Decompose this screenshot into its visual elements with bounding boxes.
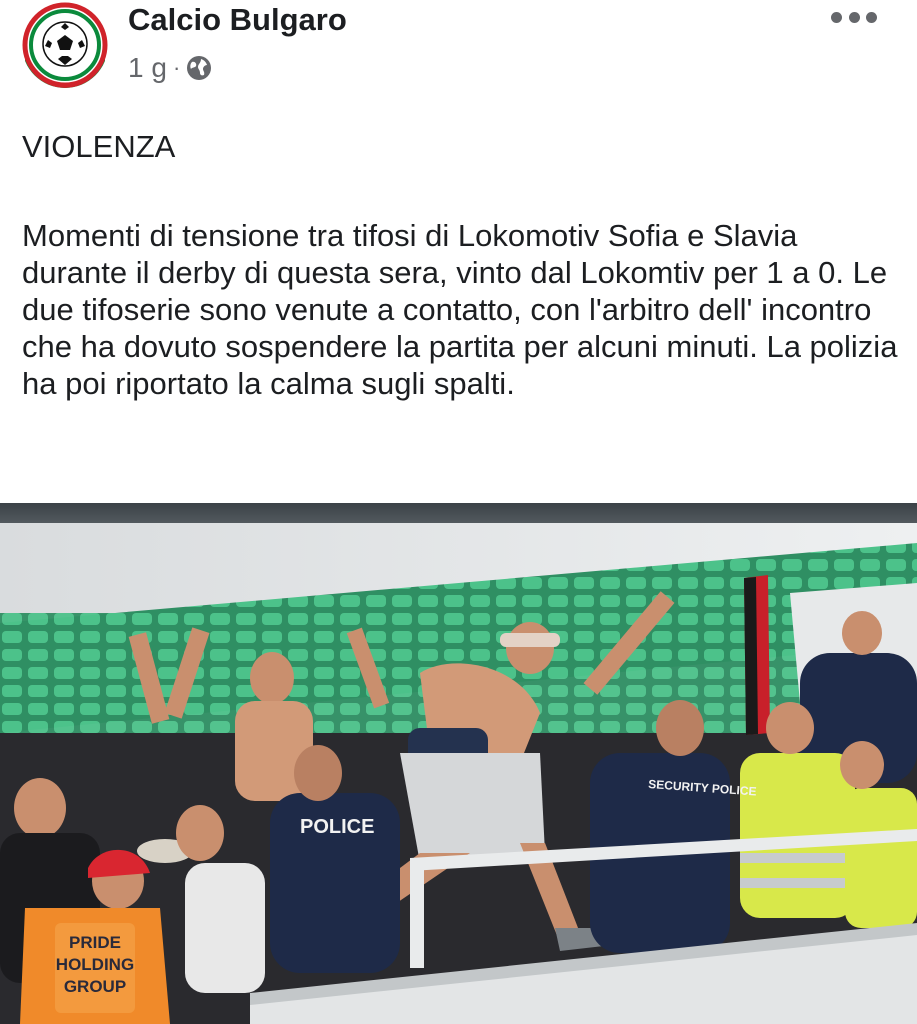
post-body: Momenti di tensione tra tifosi di Lokomo… (22, 218, 898, 401)
post-meta: 1 g · (128, 52, 212, 84)
more-dot (866, 11, 877, 23)
post-header: Calcio Bulgaro 1 g · (0, 0, 917, 100)
globe-icon[interactable] (186, 55, 212, 81)
stadium-fight-photo: PRIDE HOLDING GROUP POLICE SECURITY POLI… (0, 503, 917, 1024)
vest-text-line-3: GROUP (64, 977, 126, 996)
bulgarian-football-logo (22, 2, 108, 88)
vest-text-line-1: PRIDE (69, 933, 121, 952)
vest-text-line-2: HOLDING (56, 955, 134, 974)
post-text: VIOLENZA Momenti di tensione tra tifosi … (22, 118, 902, 402)
meta-separator: · (172, 55, 181, 80)
post-photo[interactable]: PRIDE HOLDING GROUP POLICE SECURITY POLI… (0, 503, 917, 1024)
more-dot (848, 11, 860, 23)
more-options-button[interactable] (831, 6, 877, 28)
post-headline: VIOLENZA (22, 129, 176, 164)
page-name[interactable]: Calcio Bulgaro (128, 2, 347, 38)
page-avatar[interactable] (22, 2, 108, 88)
more-dot (831, 11, 842, 23)
police-label: POLICE (300, 816, 374, 838)
post-time[interactable]: 1 g (128, 52, 167, 84)
